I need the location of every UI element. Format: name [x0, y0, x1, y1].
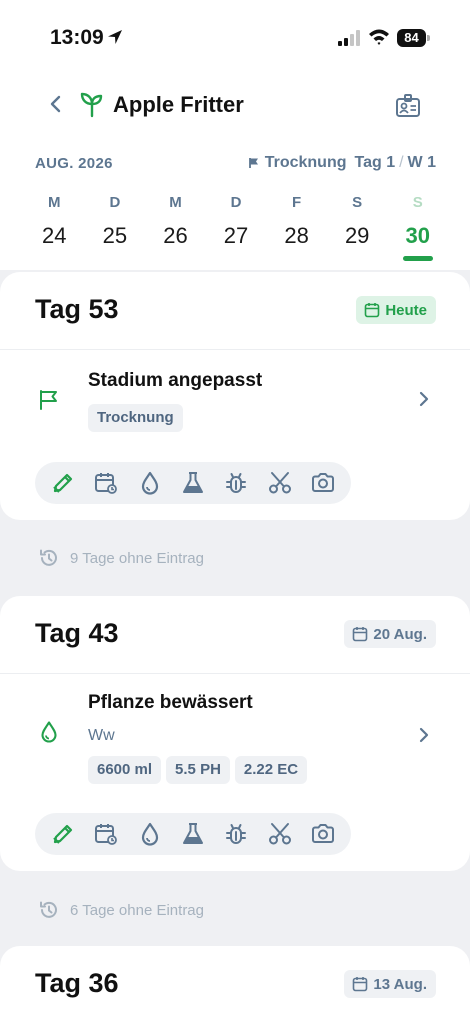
page-title: Apple Fritter — [113, 92, 244, 117]
battery-icon: 84 — [397, 29, 430, 47]
id-badge-icon[interactable] — [394, 92, 422, 120]
day-letter: D — [109, 194, 121, 211]
calendar-icon — [365, 303, 380, 318]
entry-chips: Trocknung — [88, 404, 183, 432]
entry-subtitle: Ww — [88, 727, 115, 744]
gap-note: 6 Tage ohne Eintrag — [38, 899, 204, 921]
week-day[interactable]: D 25 — [85, 192, 146, 262]
day-card: Tag 36 13 Aug. — [0, 946, 470, 1024]
day-header: Tag 53 Heute — [0, 272, 470, 350]
date-label: 20 Aug. — [373, 625, 427, 643]
date-pill[interactable]: 20 Aug. — [344, 620, 436, 648]
week-day[interactable]: M 24 — [24, 192, 85, 262]
water-drop-icon[interactable] — [137, 470, 163, 496]
calendar-repeat-icon[interactable] — [93, 470, 119, 496]
header: Apple Fritter AUG. 2026 Trocknung Tag 1 … — [0, 70, 470, 270]
battery-level: 84 — [397, 29, 426, 47]
calendar-icon — [353, 627, 368, 642]
day-letter: S — [412, 194, 423, 211]
week-day[interactable]: D 27 — [206, 192, 267, 262]
day-card: Tag 43 20 Aug. Pflanze bewässert Ww 6600… — [0, 596, 470, 871]
flag-outline-icon — [40, 390, 57, 410]
week-day-selected[interactable]: S 30 — [387, 192, 448, 262]
date-label: Heute — [385, 301, 427, 319]
edit-icon[interactable] — [50, 821, 76, 847]
action-toolbar — [35, 462, 351, 504]
day-letter: M — [48, 194, 61, 211]
week-day[interactable]: M 26 — [145, 192, 206, 262]
cellular-signal-icon — [338, 30, 360, 46]
selected-day-indicator — [402, 256, 433, 261]
water-drop-icon — [41, 721, 57, 743]
entry-title: Pflanze bewässert — [88, 692, 253, 713]
wifi-icon — [369, 29, 389, 45]
gap-text: 6 Tage ohne Eintrag — [70, 901, 204, 919]
day-number: 27 — [223, 223, 249, 248]
plant-sprout-icon — [80, 92, 103, 118]
location-arrow-icon — [108, 30, 122, 44]
week-day[interactable]: F 28 — [266, 192, 327, 262]
chevron-right-icon — [419, 391, 429, 407]
day-header: Tag 43 20 Aug. — [0, 596, 470, 674]
day-card: Tag 53 Heute Stadium angepasst Trocknung — [0, 272, 470, 520]
calendar-repeat-icon[interactable] — [93, 821, 119, 847]
camera-icon[interactable] — [310, 821, 336, 847]
day-title: Tag 36 — [35, 968, 119, 998]
date-pill[interactable]: 13 Aug. — [344, 970, 436, 998]
water-drop-icon[interactable] — [137, 821, 163, 847]
entry-title: Stadium angepasst — [88, 370, 263, 391]
week-day[interactable]: S 29 — [327, 192, 388, 262]
camera-icon[interactable] — [310, 470, 336, 496]
day-letter: F — [292, 194, 302, 211]
date-label: 13 Aug. — [373, 975, 427, 993]
phase-day: Tag 1 — [354, 154, 396, 171]
status-bar: 13:09 84 — [0, 0, 470, 70]
month-label[interactable]: AUG. 2026 — [35, 155, 113, 172]
chip: 6600 ml — [88, 756, 162, 784]
day-number: 30 — [405, 223, 430, 248]
chevron-right-icon — [419, 727, 429, 743]
day-letter: M — [169, 194, 182, 211]
history-icon — [40, 549, 57, 566]
day-title: Tag 43 — [35, 618, 119, 648]
bug-icon[interactable] — [223, 821, 249, 847]
phase-name: Trocknung — [264, 154, 347, 171]
flask-icon[interactable] — [180, 470, 206, 496]
history-icon — [40, 901, 57, 918]
phase-info[interactable]: Trocknung Tag 1 / W 1 — [248, 154, 436, 172]
gap-text: 9 Tage ohne Eintrag — [70, 549, 204, 567]
entry-chips: 6600 ml 5.5 PH 2.22 EC — [88, 756, 308, 784]
chip: 5.5 PH — [166, 756, 230, 784]
day-letter: D — [230, 194, 242, 211]
chip: Trocknung — [88, 404, 183, 432]
week-strip: M 24 D 25 M 26 D 27 F 28 S 29 S 30 — [24, 192, 448, 262]
scissors-icon[interactable] — [267, 821, 293, 847]
date-pill-today[interactable]: Heute — [356, 296, 436, 324]
bug-icon[interactable] — [223, 470, 249, 496]
separator: / — [399, 154, 404, 171]
back-chevron-icon[interactable] — [44, 92, 68, 116]
day-header: Tag 36 13 Aug. — [0, 946, 470, 1024]
status-time: 13:09 — [50, 26, 104, 49]
edit-icon[interactable] — [50, 470, 76, 496]
flag-icon — [248, 158, 258, 168]
day-title: Tag 53 — [35, 294, 119, 324]
day-number: 28 — [284, 223, 309, 248]
scissors-icon[interactable] — [267, 470, 293, 496]
phase-week: W 1 — [407, 154, 436, 171]
day-letter: S — [352, 194, 363, 211]
day-number: 25 — [102, 223, 128, 248]
day-number: 29 — [344, 223, 370, 248]
chip: 2.22 EC — [234, 756, 308, 784]
calendar-icon — [353, 977, 368, 992]
day-number: 26 — [163, 223, 188, 248]
day-number: 24 — [42, 223, 67, 248]
gap-note: 9 Tage ohne Eintrag — [38, 547, 204, 569]
flask-icon[interactable] — [180, 821, 206, 847]
action-toolbar — [35, 813, 351, 855]
